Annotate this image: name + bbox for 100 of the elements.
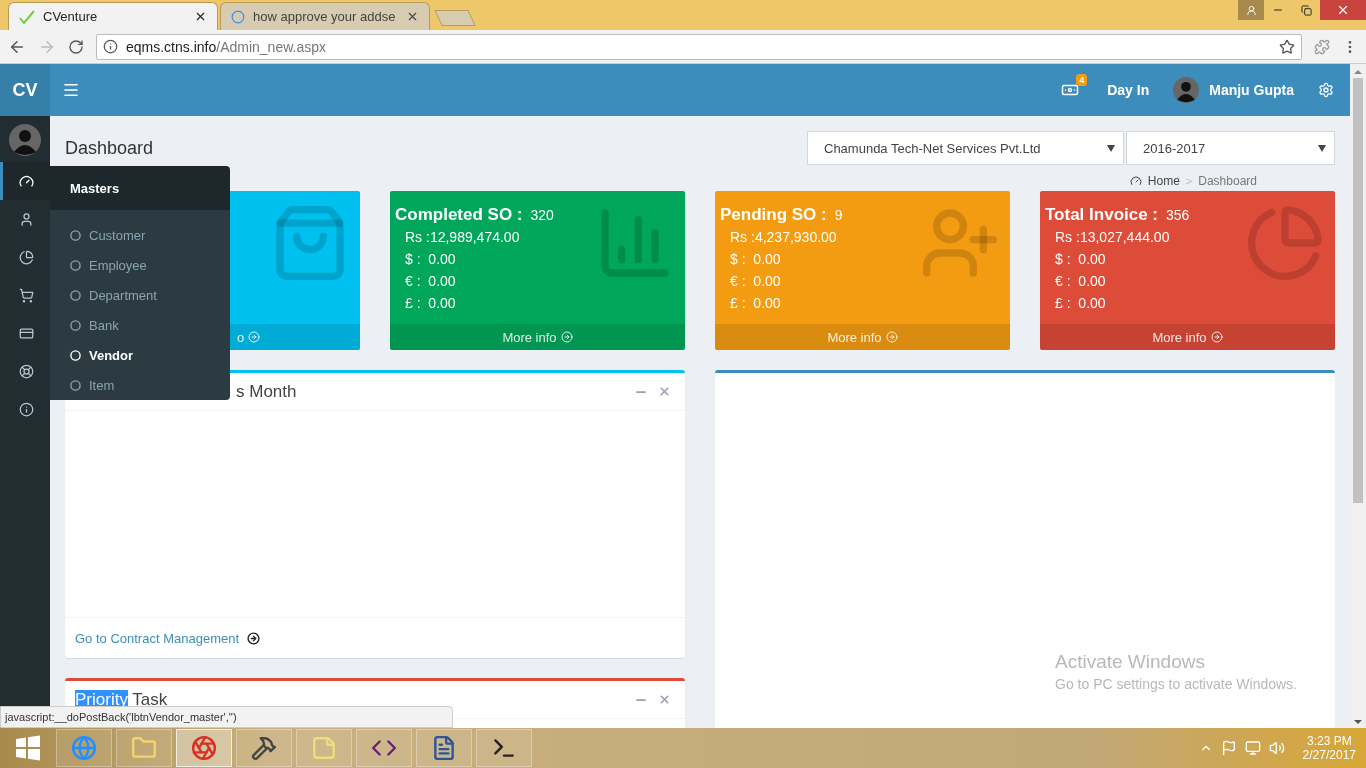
network-icon[interactable] <box>1244 740 1261 756</box>
menu-icon[interactable] <box>62 81 80 99</box>
settings-icon[interactable] <box>1318 82 1334 98</box>
panel-title: s Month <box>236 381 298 402</box>
more-info-link[interactable]: More info <box>502 329 573 345</box>
card-count: 9 <box>834 207 843 223</box>
arrow-right-icon <box>885 331 898 343</box>
more-info-link[interactable]: More info <box>1152 329 1223 345</box>
card-amount: $ : 0.00 <box>404 250 457 269</box>
arrow-right-icon <box>247 631 261 645</box>
circle-logo-icon <box>231 9 245 24</box>
pie-chart-icon <box>19 249 34 265</box>
browser-tab[interactable]: CVenture <box>8 2 218 30</box>
cart-icon <box>19 287 34 303</box>
card-amount: € : 0.00 <box>729 272 782 291</box>
day-in-link[interactable]: Day In <box>1107 82 1150 98</box>
card-amount: $ : 0.00 <box>1054 250 1107 269</box>
menu-item[interactable]: Customer <box>50 220 230 250</box>
breadcrumb-separator: > <box>1185 175 1193 187</box>
dashboard-icon <box>19 173 34 189</box>
profile-button[interactable] <box>1238 0 1264 20</box>
reload-icon[interactable] <box>68 38 84 55</box>
sidebar-avatar <box>9 124 41 156</box>
activation-message: Go to PC settings to activate Windows. <box>1055 676 1297 692</box>
page-title: Dashboard <box>65 137 154 159</box>
activation-title: Activate Windows <box>1055 651 1206 673</box>
close-icon[interactable] <box>194 10 207 23</box>
pie-chart-icon <box>1245 203 1325 283</box>
taskbar-app[interactable] <box>176 729 232 767</box>
taskbar-app[interactable] <box>356 729 412 767</box>
scrollbar[interactable] <box>1350 64 1366 728</box>
user-icon <box>1245 4 1257 16</box>
info-icon <box>19 401 34 417</box>
breadcrumb-link[interactable]: Home <box>1147 174 1180 188</box>
year-select[interactable]: 2016-2017 <box>1126 131 1335 165</box>
menu-item[interactable]: Bank <box>50 310 230 340</box>
browser-tab[interactable]: how approve your addse <box>220 2 430 30</box>
flag-icon[interactable] <box>1220 740 1237 756</box>
windows-logo-icon <box>15 735 41 761</box>
more-info-link[interactable]: More info <box>827 329 898 345</box>
arrow-right-icon <box>560 331 573 343</box>
close-icon <box>1336 3 1350 17</box>
card-title: Completed SO : <box>395 205 523 225</box>
folder-icon <box>131 735 157 761</box>
card-amount: € : 0.00 <box>404 272 457 291</box>
address-field[interactable]: eqms.ctns.info/Admin_new.aspx <box>96 33 1302 60</box>
notification-badge: 4 <box>1076 74 1088 86</box>
circle-icon <box>70 289 81 301</box>
aperture-icon <box>191 735 217 761</box>
card-amount: £ : 0.00 <box>404 294 457 313</box>
status-url: javascript:__doPostBack('lbtnVendor_master','') <box>0 706 453 728</box>
card-amount: $ : 0.00 <box>729 250 782 269</box>
taskbar-app[interactable] <box>476 729 532 767</box>
circle-icon <box>70 319 81 331</box>
app-logo[interactable]: CV <box>0 64 50 116</box>
card-amount: £ : 0.00 <box>1054 294 1107 313</box>
circle-icon <box>70 349 81 361</box>
more-info-link[interactable]: o <box>237 329 261 345</box>
taskbar-app[interactable] <box>236 729 292 767</box>
circle-icon <box>70 379 81 391</box>
arrow-right-icon <box>248 331 261 343</box>
document-icon <box>431 735 457 761</box>
menu-item[interactable]: Item <box>50 370 230 400</box>
card-title: Total Invoice : <box>1045 205 1159 225</box>
card-amount: £ : 0.00 <box>729 294 782 313</box>
globe-icon <box>71 735 97 761</box>
dashboard-icon <box>1129 175 1142 187</box>
close-icon[interactable] <box>406 10 419 23</box>
user-name[interactable]: Manju Gupta <box>1209 82 1294 98</box>
circle-icon <box>70 229 81 241</box>
restore-icon <box>1300 4 1312 16</box>
card-amount: Rs :12,989,474.00 <box>404 228 521 247</box>
menu-item[interactable]: Vendor <box>50 340 230 370</box>
card-amount: Rs :4,237,930.00 <box>729 228 838 247</box>
menu-item[interactable]: Employee <box>50 250 230 280</box>
check-logo-icon <box>19 9 35 24</box>
user-icon <box>19 211 34 227</box>
card-amount: € : 0.00 <box>1054 272 1107 291</box>
sticky-note-icon <box>311 735 337 761</box>
contract-management-link[interactable]: Go to Contract Management <box>75 630 240 646</box>
user-avatar <box>1173 77 1200 103</box>
arrow-right-icon <box>1210 331 1223 343</box>
lifebuoy-icon <box>19 363 34 379</box>
close-window-button[interactable] <box>1320 0 1366 20</box>
breadcrumb-current: Dashboard <box>1198 174 1257 188</box>
taskbar-app[interactable] <box>416 729 472 767</box>
credit-card-icon <box>19 325 34 341</box>
company-select[interactable]: Chamunda Tech-Net Services Pvt.Ltd <box>807 131 1124 165</box>
info-icon <box>103 39 118 54</box>
card-amount: Rs :13,027,444.00 <box>1054 228 1171 247</box>
menu-item[interactable]: Department <box>50 280 230 310</box>
sidebar-item[interactable] <box>0 162 50 200</box>
bookmark-star-icon[interactable] <box>1279 38 1295 55</box>
volume-icon[interactable] <box>1268 740 1285 756</box>
circle-icon <box>70 259 81 271</box>
menu-title: Masters <box>50 166 230 210</box>
extension-icon[interactable] <box>1314 38 1330 55</box>
card-count: 356 <box>1166 207 1190 223</box>
card-count: 320 <box>530 207 554 223</box>
clock[interactable]: 3:23 PM 2/27/2017 <box>1302 734 1356 762</box>
